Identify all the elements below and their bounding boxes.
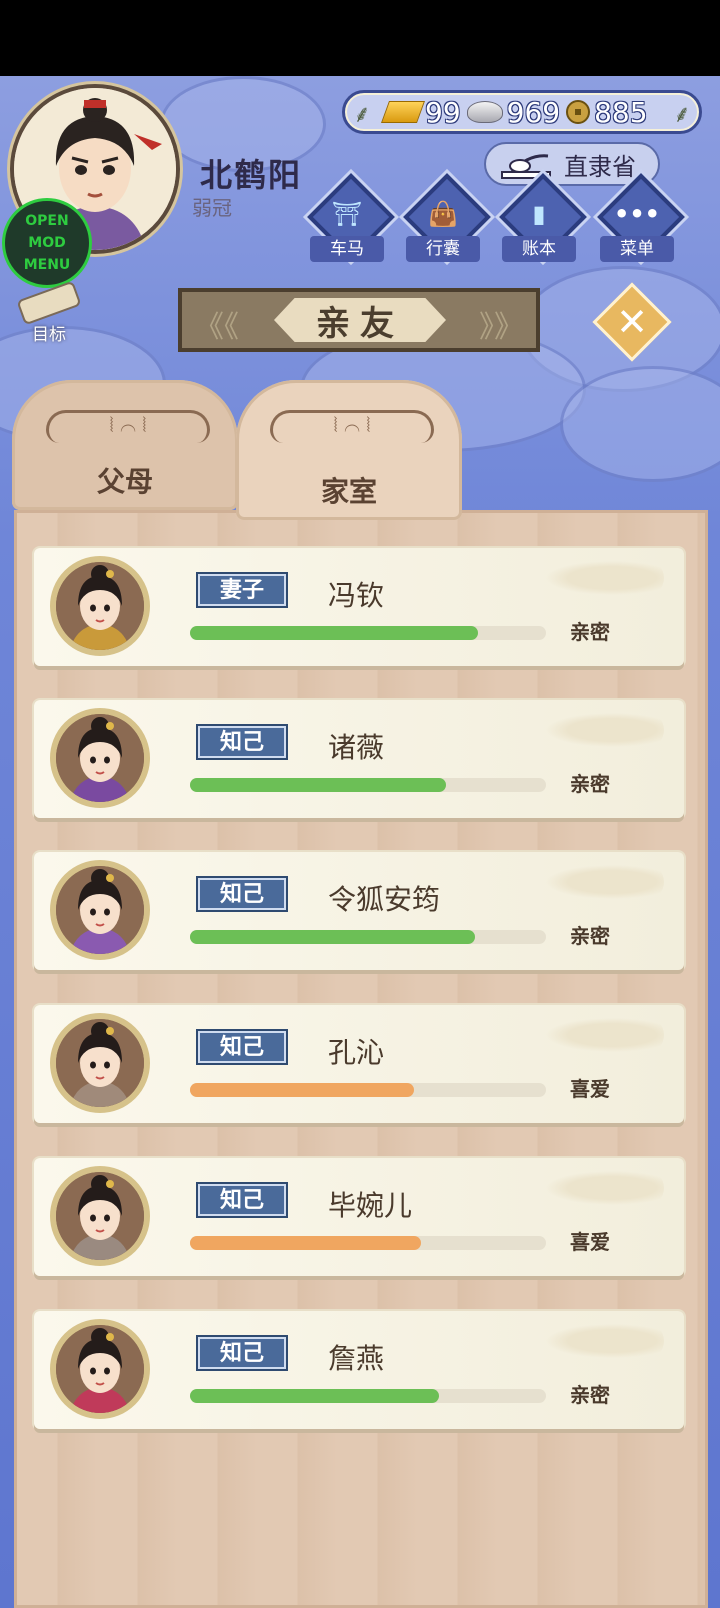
family-member-card[interactable]: 知己 孔沁 喜爱 xyxy=(34,1005,684,1129)
bamboo-icon: ⸙ xyxy=(673,100,691,128)
member-portrait[interactable] xyxy=(50,860,150,960)
family-member-card[interactable]: 妻子 冯钦 亲密 xyxy=(34,548,684,672)
chevron-left-icon: 《《 xyxy=(194,310,239,345)
affection-bar-fill xyxy=(190,930,475,944)
affection-status: 亲密 xyxy=(570,772,610,796)
silver-ingot-icon xyxy=(466,101,503,123)
affection-bar xyxy=(190,930,546,944)
nav-label: 账本 xyxy=(502,236,576,262)
cloud-pattern-icon xyxy=(534,1015,664,1055)
nav-label: 菜单 xyxy=(600,236,674,262)
cloud-pattern-icon xyxy=(534,862,664,902)
cloud-pattern-icon xyxy=(534,1168,664,1208)
mod-menu-line2: MOD MENU xyxy=(23,235,71,273)
lady-portrait-icon xyxy=(56,866,144,954)
page-title-plate: 《《 亲友 》》 xyxy=(178,288,540,352)
family-member-card[interactable]: 知己 毕婉儿 喜爱 xyxy=(34,1158,684,1282)
cloud-scroll-icon xyxy=(46,410,210,443)
relation-badge: 知己 xyxy=(196,1335,288,1371)
chevron-right-icon: 》》 xyxy=(479,310,524,345)
nav-label: 行囊 xyxy=(406,236,480,262)
affection-bar-fill xyxy=(190,626,479,640)
relation-badge: 知己 xyxy=(196,1182,288,1218)
coin-currency: 885 xyxy=(566,95,648,129)
cloud-pattern-icon xyxy=(534,558,664,598)
family-member-card[interactable]: 知己 令狐安筠 亲密 xyxy=(34,852,684,976)
gold-currency: 99 xyxy=(380,95,461,129)
affection-bar xyxy=(190,626,546,640)
tab-label: 父母 xyxy=(96,465,153,498)
ledger-icon: ▮ xyxy=(532,200,546,228)
member-portrait[interactable] xyxy=(50,708,150,808)
member-name: 令狐安筠 xyxy=(328,883,441,916)
affection-status: 喜爱 xyxy=(570,1077,610,1101)
mod-menu-line1: OPEN xyxy=(25,213,69,229)
affection-bar xyxy=(190,1236,546,1250)
nav-carriage-button[interactable]: ⛩ 车马 xyxy=(306,173,395,268)
family-member-card[interactable]: 知己 詹燕 亲密 xyxy=(34,1311,684,1435)
member-name: 冯钦 xyxy=(328,579,385,612)
affection-status: 喜爱 xyxy=(570,1230,610,1254)
gold-ingot-icon xyxy=(380,101,426,123)
goal-label: 目标 xyxy=(32,325,66,345)
nav-bag-button[interactable]: 👜 行囊 xyxy=(402,173,491,268)
member-name: 詹燕 xyxy=(328,1342,385,1375)
copper-coin-icon xyxy=(566,100,591,124)
currency-bar: ⸙ 99 969 885 ⸙ xyxy=(342,90,702,134)
relation-badge: 知己 xyxy=(196,876,288,912)
silver-amount: 969 xyxy=(506,95,561,129)
member-portrait[interactable] xyxy=(50,1013,150,1113)
lady-portrait-icon xyxy=(56,1019,144,1107)
affection-status: 亲密 xyxy=(570,1383,610,1407)
member-name: 毕婉儿 xyxy=(328,1189,413,1222)
affection-bar-fill xyxy=(190,1389,440,1403)
location-name: 直隶省 xyxy=(564,152,636,181)
relation-badge: 妻子 xyxy=(196,572,288,608)
gold-amount: 99 xyxy=(425,95,461,129)
affection-status: 亲密 xyxy=(570,924,610,948)
lady-portrait-icon xyxy=(56,714,144,802)
relation-badge: 知己 xyxy=(196,724,288,760)
lady-portrait-icon xyxy=(56,1325,144,1413)
player-name: 北鹤阳 xyxy=(200,156,303,194)
affection-bar xyxy=(190,1389,546,1403)
more-icon: ••• xyxy=(613,200,661,228)
affection-status: 亲密 xyxy=(570,620,610,644)
tab-label: 家室 xyxy=(320,475,377,508)
close-icon[interactable]: ✕ xyxy=(604,294,660,350)
player-rank: 弱冠 xyxy=(192,196,232,220)
bag-icon: 👜 xyxy=(428,200,458,228)
bamboo-icon: ⸙ xyxy=(353,100,371,128)
silver-currency: 969 xyxy=(466,95,561,129)
relation-badge: 知己 xyxy=(196,1029,288,1065)
lady-portrait-icon xyxy=(56,562,144,650)
member-portrait[interactable] xyxy=(50,1319,150,1419)
member-portrait[interactable] xyxy=(50,1166,150,1266)
affection-bar-fill xyxy=(190,1236,422,1250)
mod-menu-button[interactable]: OPEN MOD MENU xyxy=(2,198,92,288)
affection-bar xyxy=(190,1083,546,1097)
affection-bar xyxy=(190,778,546,792)
member-portrait[interactable] xyxy=(50,556,150,656)
cloud-pattern-icon xyxy=(534,710,664,750)
nav-label: 车马 xyxy=(310,236,384,262)
goal-button[interactable]: 目标 xyxy=(10,280,88,345)
cloud-scroll-icon xyxy=(270,410,434,443)
member-name: 孔沁 xyxy=(328,1036,385,1069)
page-title: 亲友 xyxy=(274,298,446,342)
lady-portrait-icon xyxy=(56,1172,144,1260)
status-bar xyxy=(0,0,720,76)
affection-bar-fill xyxy=(190,778,447,792)
tab-parents[interactable]: 父母 xyxy=(12,380,238,510)
nav-ledger-button[interactable]: ▮ 账本 xyxy=(498,173,587,268)
cloud-pattern-icon xyxy=(534,1321,664,1361)
family-member-card[interactable]: 知己 诸薇 亲密 xyxy=(34,700,684,824)
affection-bar-fill xyxy=(190,1083,415,1097)
coin-amount: 885 xyxy=(594,95,648,129)
nav-menu-button[interactable]: ••• 菜单 xyxy=(596,173,685,268)
carriage-icon: ⛩ xyxy=(331,200,363,228)
member-name: 诸薇 xyxy=(328,731,385,764)
tab-family[interactable]: 家室 xyxy=(236,380,462,520)
